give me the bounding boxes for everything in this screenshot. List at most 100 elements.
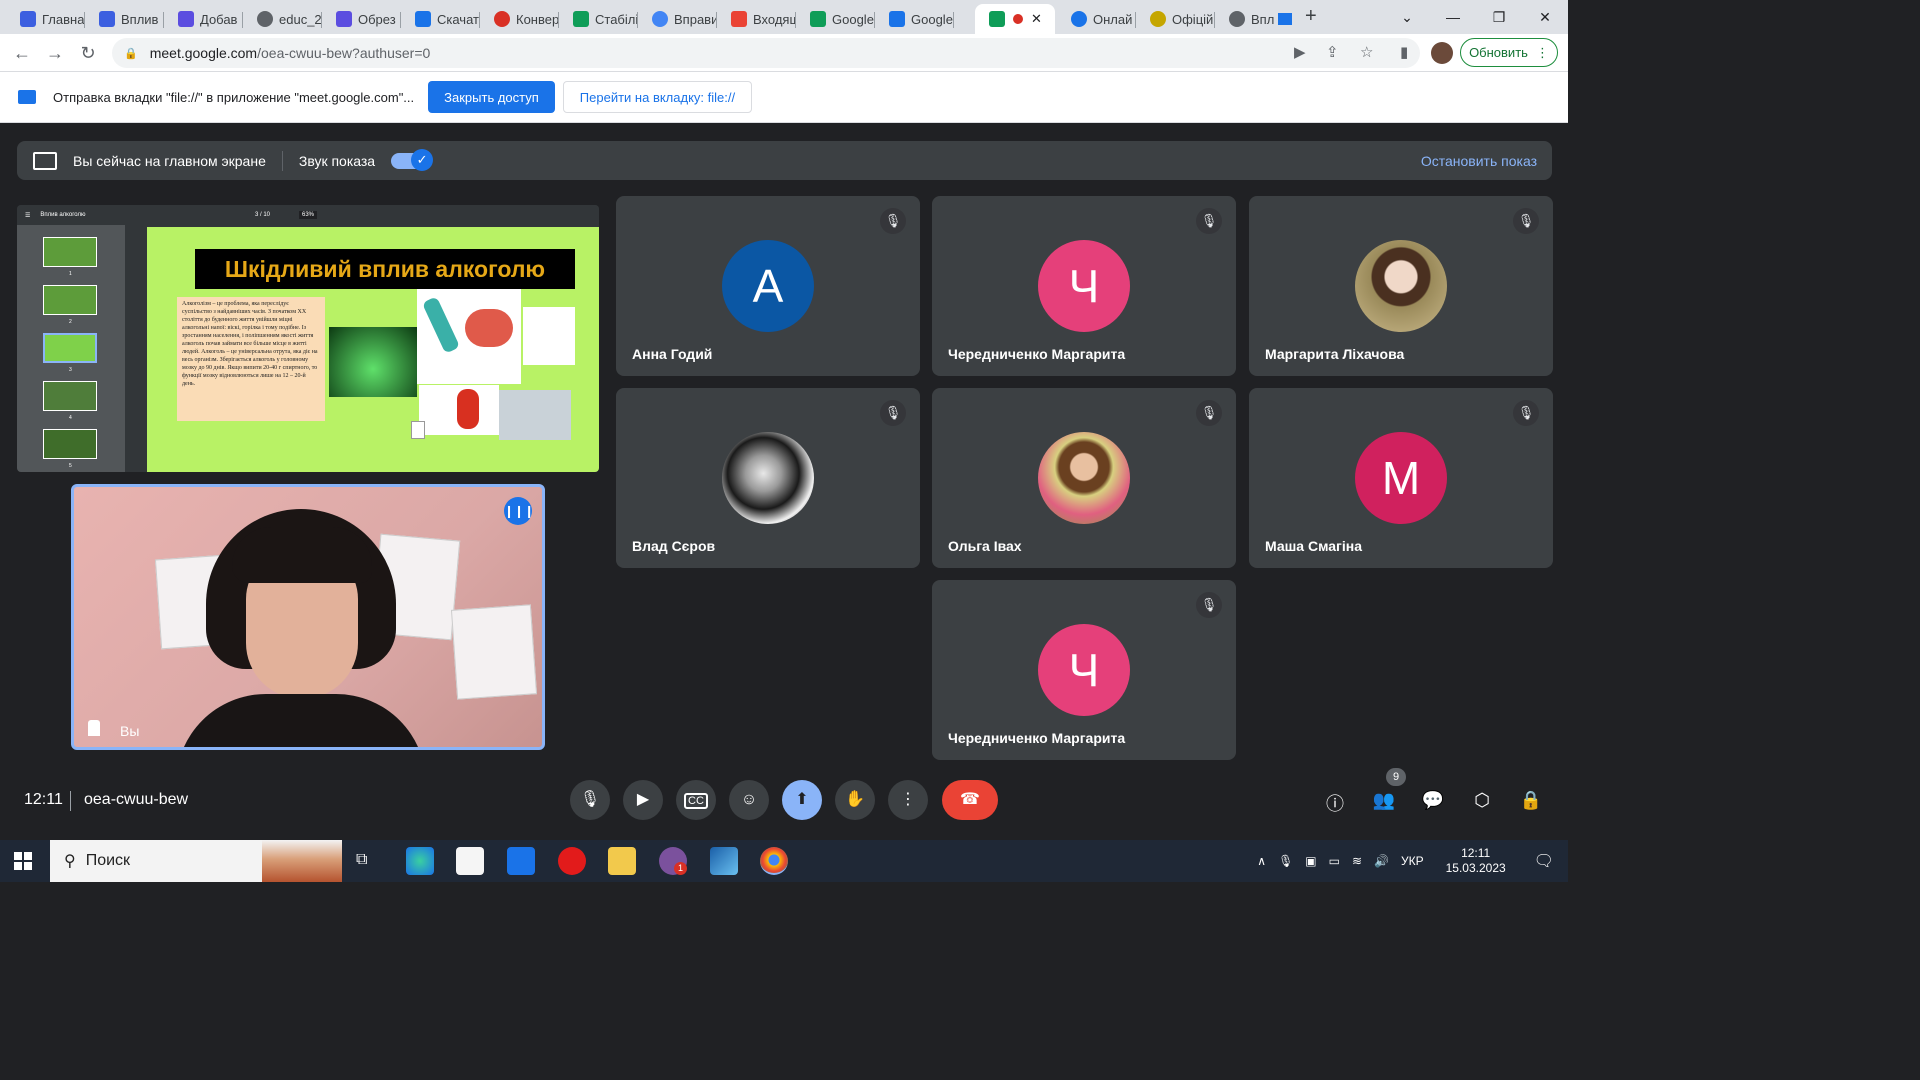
windows-start-icon[interactable]: [14, 852, 32, 870]
infobar-message: Отправка вкладки "file://" в приложение …: [53, 89, 415, 105]
reactions-button[interactable]: ☺: [729, 780, 769, 820]
close-tab-icon[interactable]: ✕: [1031, 11, 1042, 27]
maximize-icon[interactable]: ❐: [1476, 9, 1522, 26]
browser-tab[interactable]: Скачат: [401, 4, 480, 34]
network-tray-icon[interactable]: ▣: [1305, 854, 1316, 868]
browser-tab[interactable]: Обрез: [322, 4, 401, 34]
browser-tab[interactable]: Вплив: [85, 4, 164, 34]
pdf-thumbnails: 1 2 3 4 5: [17, 225, 125, 472]
people-icon[interactable]: 👥: [1372, 790, 1396, 811]
shared-screen-preview[interactable]: ☰ Вплив алкоголю 3 / 10 63% 1 2 3 4 5 Шк…: [17, 205, 599, 472]
present-now-button[interactable]: ⬆: [782, 780, 822, 820]
back-arrow-icon[interactable]: ←: [12, 43, 32, 63]
participant-avatar: Ч: [1038, 624, 1130, 716]
divider: [281, 150, 283, 171]
input-language[interactable]: УКР: [1401, 854, 1424, 868]
meeting-controls-bar: 12:11 oea-cwuu-bew 🎙 ▶ CC ☺ ⬆ ✋ ⋮ ☎ ⓘ 👥 …: [0, 770, 1568, 840]
microphone-button[interactable]: 🎙: [570, 780, 610, 820]
participant-tile[interactable]: 🎙 Ч Чередниченко Маргарита: [932, 580, 1236, 760]
photos-icon[interactable]: [710, 847, 738, 875]
reload-icon[interactable]: ↻: [78, 43, 98, 63]
participant-tile[interactable]: 🎙 Ольга Івах: [932, 388, 1236, 568]
task-view-icon[interactable]: ⧉: [356, 851, 367, 869]
store-icon[interactable]: [456, 847, 484, 875]
battery-icon[interactable]: ▭: [1329, 854, 1340, 868]
minimize-icon[interactable]: —: [1430, 9, 1476, 25]
activities-icon[interactable]: ⬡: [1470, 790, 1494, 811]
browser-tab[interactable]: Главна: [6, 4, 85, 34]
slide-title: Шкідливий вплив алкоголю: [195, 249, 575, 289]
taskbar-clock[interactable]: 12:11 15.03.2023: [1440, 846, 1512, 876]
new-tab-button[interactable]: +: [1305, 5, 1317, 28]
browser-tab[interactable]: Входящ: [717, 4, 796, 34]
present-to-all-icon: ⬆: [795, 791, 809, 808]
red-figure-icon: [457, 389, 479, 429]
chevron-up-icon[interactable]: ∧: [1257, 854, 1266, 868]
browser-tab[interactable]: educ_2: [243, 4, 322, 34]
site-favicon: [20, 11, 36, 27]
captions-button[interactable]: CC: [676, 780, 716, 820]
slide-page: Шкідливий вплив алкоголю Алкоголізм – це…: [147, 227, 599, 472]
chat-icon[interactable]: 💬: [1421, 790, 1445, 811]
volume-icon[interactable]: 🔊: [1374, 854, 1389, 868]
browser-tab-strip: Главна Вплив Добав educ_2 Обрез Скачат К…: [0, 0, 1568, 34]
microphone-tray-icon[interactable]: 🎙: [1278, 854, 1293, 868]
leave-call-button[interactable]: ☎: [942, 780, 998, 820]
profile-avatar[interactable]: [1431, 42, 1453, 64]
camera-button[interactable]: ▶: [623, 780, 663, 820]
search-placeholder: Поиск: [85, 852, 131, 869]
participant-tile[interactable]: 🎙 Ч Чередниченко Маргарита: [932, 196, 1236, 376]
closed-captions-icon: CC: [684, 793, 708, 809]
close-window-icon[interactable]: ✕: [1522, 9, 1568, 26]
go-to-tab-button[interactable]: Перейти на вкладку: file://: [562, 81, 753, 113]
mic-off-icon: 🎙: [1196, 208, 1222, 234]
participant-tile[interactable]: 🎙 М Маша Смагіна: [1249, 388, 1553, 568]
participant-tile[interactable]: 🎙 Влад Сєров: [616, 388, 920, 568]
participant-avatar: М: [1355, 432, 1447, 524]
site-favicon: [336, 11, 352, 27]
browser-tab[interactable]: Вправи: [638, 4, 717, 34]
pin-icon[interactable]: [88, 720, 100, 736]
share-audio-toggle[interactable]: ✓: [391, 148, 434, 171]
participant-photo: [1038, 432, 1130, 524]
browser-tab[interactable]: Онлай: [1057, 4, 1136, 34]
participant-name: Чередниченко Маргарита: [948, 730, 1126, 746]
search-highlight-image: [262, 840, 342, 882]
mic-off-icon: 🎙: [1196, 592, 1222, 618]
forward-arrow-icon[interactable]: →: [45, 43, 65, 63]
more-options-button[interactable]: ⋮: [888, 780, 928, 820]
browser-tab[interactable]: Google: [796, 4, 875, 34]
notifications-icon[interactable]: 🗨: [1534, 851, 1554, 871]
side-panel-icon[interactable]: ▮: [1400, 43, 1408, 61]
browser-tab[interactable]: Офіцій: [1136, 4, 1215, 34]
taskbar-search-box[interactable]: ⚲ Поиск: [50, 840, 342, 882]
meeting-details-icon[interactable]: ⓘ: [1323, 790, 1347, 816]
site-favicon: [494, 11, 510, 27]
mail-icon[interactable]: [507, 847, 535, 875]
wifi-icon[interactable]: ≋: [1352, 854, 1362, 868]
browser-tab-active[interactable]: ✕: [975, 4, 1055, 34]
update-browser-button[interactable]: Обновить ⋮: [1460, 38, 1558, 67]
file-explorer-icon[interactable]: [608, 847, 636, 875]
stop-sharing-button[interactable]: Закрыть доступ: [428, 81, 555, 113]
chrome-icon[interactable]: [760, 847, 788, 875]
browser-tab[interactable]: Впл: [1215, 4, 1294, 34]
browser-tab[interactable]: Google: [875, 4, 954, 34]
host-controls-icon[interactable]: 🔒: [1519, 790, 1543, 811]
self-view-tile[interactable]: Вы ❙❙❙: [71, 484, 545, 750]
bookmark-star-icon[interactable]: ☆: [1360, 43, 1373, 61]
edge-icon[interactable]: [406, 847, 434, 875]
raise-hand-button[interactable]: ✋: [835, 780, 875, 820]
opera-icon[interactable]: [558, 847, 586, 875]
share-icon[interactable]: ⇪: [1326, 43, 1339, 61]
browser-tab[interactable]: Стабілі: [559, 4, 638, 34]
tab-search-icon[interactable]: ⌄: [1384, 9, 1430, 26]
thumbnail-selected: [43, 333, 97, 363]
camera-in-use-icon[interactable]: ▶: [1294, 43, 1306, 61]
browser-tab[interactable]: Добав: [164, 4, 243, 34]
participant-tile[interactable]: 🎙 А Анна Годий: [616, 196, 920, 376]
participant-tile[interactable]: 🎙 Маргарита Ліхачова: [1249, 196, 1553, 376]
stop-presenting-button[interactable]: Остановить показ: [1421, 153, 1537, 169]
omnibox[interactable]: 🔒 meet.google.com/oea-cwuu-bew?authuser=…: [112, 38, 1420, 68]
browser-tab[interactable]: Конвер: [480, 4, 559, 34]
